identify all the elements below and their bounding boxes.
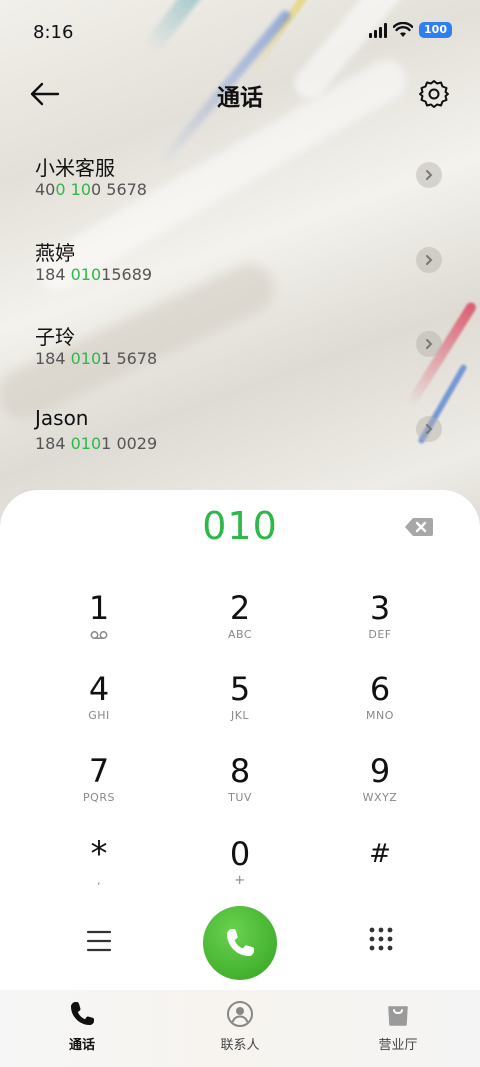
phone-icon: [227, 929, 254, 956]
gear-icon[interactable]: [418, 78, 450, 110]
phone-icon: [71, 1002, 94, 1025]
page-title: 通话: [217, 85, 263, 111]
nav-tab-service-hall[interactable]: 营业厅: [338, 1000, 458, 1053]
key-2[interactable]: 2 ABC: [175, 588, 305, 666]
contact-name: Jason: [35, 406, 89, 430]
key-9[interactable]: 9 WXYZ: [315, 751, 445, 829]
wifi-icon: [393, 22, 414, 37]
key-3[interactable]: 3 DEF: [315, 588, 445, 666]
chevron-right-icon: [426, 170, 433, 180]
contact-row[interactable]: 小米客服 400 100 5678: [0, 132, 480, 216]
contact-row[interactable]: 子玲 184 0101 5678: [0, 301, 480, 385]
header: 通话: [0, 66, 480, 122]
backspace-icon[interactable]: [404, 516, 434, 538]
contact-detail-button[interactable]: [416, 247, 442, 273]
status-icons: 100: [369, 22, 452, 38]
key-1[interactable]: 1: [34, 588, 164, 666]
nav-tab-contacts[interactable]: 联系人: [180, 1000, 300, 1053]
person-icon: [227, 1001, 253, 1027]
key-8[interactable]: 8 TUV: [175, 751, 305, 829]
chevron-right-icon: [426, 339, 433, 349]
key-6[interactable]: 6 MNO: [315, 669, 445, 747]
contact-row[interactable]: 燕婷 184 01015689: [0, 217, 480, 301]
contact-number: 400 100 5678: [35, 180, 147, 199]
contact-detail-button[interactable]: [416, 162, 442, 188]
status-time: 8:16: [33, 22, 74, 43]
key-4[interactable]: 4 GHI: [34, 669, 164, 747]
keypad-icon[interactable]: [368, 926, 394, 952]
status-bar: 8:16 100: [0, 0, 480, 66]
contact-row[interactable]: Jason 184 0101 0029: [0, 386, 480, 470]
battery-indicator: 100: [419, 22, 452, 38]
key-5[interactable]: 5 JKL: [175, 669, 305, 747]
voicemail-icon: [90, 631, 108, 639]
chevron-right-icon: [426, 255, 433, 265]
contact-name: 子玲: [35, 325, 75, 349]
bottom-nav: 通话 联系人 营业厅: [0, 990, 480, 1067]
contact-number: 184 0101 0029: [35, 434, 158, 453]
key-hash[interactable]: #: [315, 834, 445, 912]
contact-number: 184 0101 5678: [35, 349, 158, 368]
signal-icon: [369, 22, 388, 38]
shopping-bag-icon: [388, 1006, 408, 1026]
contact-detail-button[interactable]: [416, 416, 442, 442]
contact-name: 燕婷: [35, 241, 75, 265]
chevron-right-icon: [426, 424, 433, 434]
contact-name: 小米客服: [35, 156, 115, 180]
key-0[interactable]: 0 +: [175, 834, 305, 912]
key-7[interactable]: 7 PQRS: [34, 751, 164, 829]
call-button[interactable]: [203, 906, 277, 980]
contact-detail-button[interactable]: [416, 331, 442, 357]
nav-tab-calls[interactable]: 通话: [22, 1000, 142, 1053]
dialer-panel: 010 1 2 ABC 3 DEF 4 GHI 5 JKL 6 MNO 7 PQ…: [0, 490, 480, 990]
menu-icon[interactable]: [86, 928, 112, 954]
key-star[interactable]: * ,: [34, 834, 164, 912]
contact-number: 184 01015689: [35, 265, 153, 284]
